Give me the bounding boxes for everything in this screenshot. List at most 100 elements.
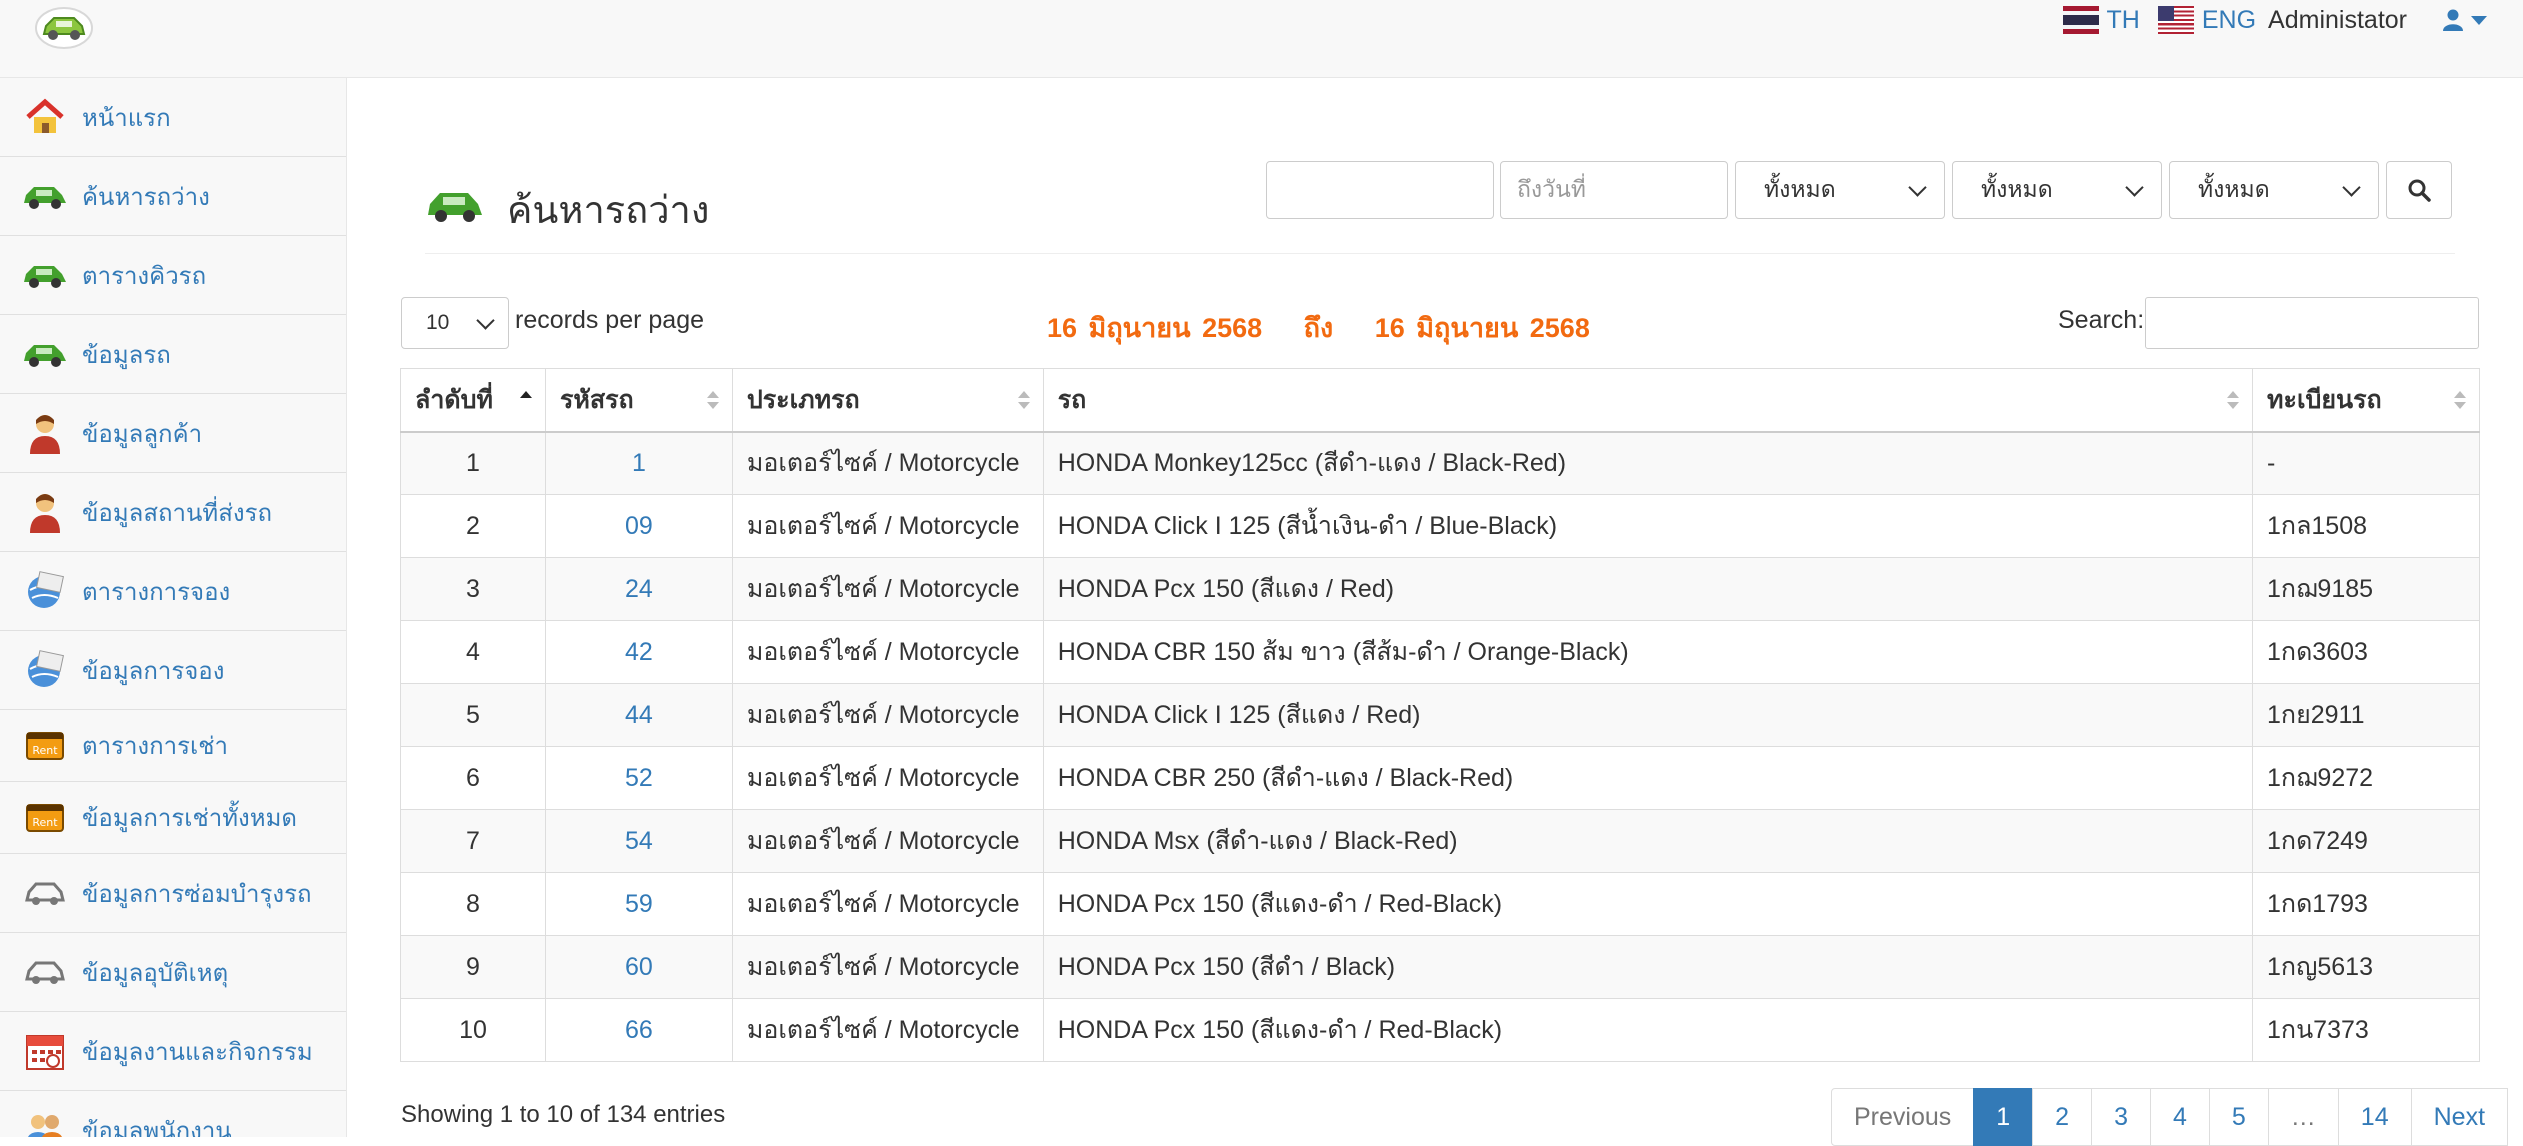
sidebar-item-all-rentals[interactable]: Rent ข้อมูลการเช่าทั้งหมด [0, 782, 346, 854]
car-code-link[interactable]: 1 [544, 431, 733, 495]
table-header-row: ลำดับที่ รหัสรถ ประเภทรถ รถ ทะเบียนรถ [400, 368, 2480, 433]
car-name: HONDA Click I 125 (สีน้ำเงิน-ดำ / Blue-B… [1042, 494, 2254, 558]
sidebar-item-booking-info[interactable]: ข้อมูลการจอง [0, 631, 346, 710]
lang-th-link[interactable]: TH [2062, 6, 2140, 35]
filter-select-2-value: ทั้งหมด [1981, 176, 2053, 202]
sidebar-item-home[interactable]: หน้าแรก [0, 78, 346, 157]
sidebar-item-label: ข้อมูลลูกค้า [82, 420, 203, 448]
person-icon [22, 412, 68, 454]
car-code-link[interactable]: 59 [544, 872, 733, 936]
table-row: 9 60 มอเตอร์ไซค์ / Motorcycle HONDA Pcx … [400, 935, 2480, 999]
car-icon [22, 254, 68, 296]
car-code-link[interactable]: 24 [544, 557, 733, 621]
car-type: มอเตอร์ไซค์ / Motorcycle [731, 746, 1044, 810]
sidebar-item-label: ข้อมูลการซ่อมบำรุงรถ [82, 880, 312, 908]
to-date-input[interactable]: ถึงวันที่ [1500, 161, 1728, 219]
sidebar-item-car-queue[interactable]: ตารางคิวรถ [0, 236, 346, 315]
pagination-next[interactable]: Next [2410, 1088, 2509, 1146]
lang-eng-link[interactable]: ENG [2157, 5, 2257, 35]
row-number: 4 [400, 620, 546, 684]
search-button[interactable] [2386, 161, 2452, 219]
pagination-page-5[interactable]: 5 [2208, 1088, 2269, 1146]
pagination-page-1[interactable]: 1 [1973, 1088, 2034, 1146]
globe-icon [22, 570, 68, 612]
filter-select-3[interactable]: ทั้งหมด [2169, 161, 2379, 219]
brand-car-logo-icon[interactable] [32, 4, 96, 50]
car-code-link[interactable]: 66 [544, 998, 733, 1062]
table-row: 10 66 มอเตอร์ไซค์ / Motorcycle HONDA Pcx… [400, 998, 2480, 1062]
pagination-ellipsis: … [2267, 1088, 2339, 1146]
car-code-link[interactable]: 42 [544, 620, 733, 684]
car-name: HONDA CBR 150 ส้ม ขาว (สีส้ม-ดำ / Orange… [1042, 620, 2254, 684]
lang-eng-label: ENG [2201, 5, 2257, 34]
sidebar-item-accident[interactable]: ข้อมูลอุบัติเหตุ [0, 933, 346, 1012]
sidebar-item-staff[interactable]: ข้อมูลพนักงาน [0, 1091, 346, 1137]
car-code-link[interactable]: 44 [544, 683, 733, 747]
row-number: 8 [400, 872, 546, 936]
sidebar-item-label: หน้าแรก [82, 104, 171, 132]
pagination-page-3[interactable]: 3 [2091, 1088, 2151, 1146]
sidebar-item-customer-info[interactable]: ข้อมูลลูกค้า [0, 394, 346, 473]
table-row: 1 1 มอเตอร์ไซค์ / Motorcycle HONDA Monke… [400, 431, 2480, 495]
sidebar-item-car-info[interactable]: ข้อมูลรถ [0, 315, 346, 394]
table-row: 2 09 มอเตอร์ไซค์ / Motorcycle HONDA Clic… [400, 494, 2480, 558]
sidebar-item-label: ข้อมูลงานและกิจกรรม [82, 1038, 313, 1066]
page-length-value: 10 [426, 311, 450, 334]
rent-icon: Rent [22, 797, 68, 839]
user-menu-toggle[interactable] [2443, 9, 2487, 31]
license-plate: 1กน7373 [2252, 998, 2480, 1062]
column-header-car-code[interactable]: รหัสรถ [544, 368, 733, 433]
column-header-order[interactable]: ลำดับที่ [400, 368, 546, 433]
car-code-link[interactable]: 52 [544, 746, 733, 810]
top-navbar: TH ENG Administator [0, 0, 2523, 78]
page-length-select[interactable]: 10 [401, 297, 509, 349]
row-number: 10 [400, 998, 546, 1062]
row-number: 6 [400, 746, 546, 810]
car-type: มอเตอร์ไซค์ / Motorcycle [731, 998, 1044, 1062]
cars-table: ลำดับที่ รหัสรถ ประเภทรถ รถ ทะเบียนรถ 1 … [400, 368, 2480, 1062]
license-plate: 1กด7249 [2252, 809, 2480, 873]
pagination-previous[interactable]: Previous [1831, 1088, 1975, 1146]
table-search-input[interactable] [2145, 297, 2479, 349]
sidebar-item-maintenance[interactable]: ข้อมูลการซ่อมบำรุงรถ [0, 854, 346, 933]
filter-select-3-value: ทั้งหมด [2198, 176, 2270, 202]
car-code-link[interactable]: 54 [544, 809, 733, 873]
sidebar-item-rental-table[interactable]: Rent ตารางการเช่า [0, 710, 346, 782]
sort-icon [2227, 390, 2240, 409]
column-header-car[interactable]: รถ [1042, 368, 2254, 433]
chevron-down-icon [2471, 15, 2487, 25]
car-code-link[interactable]: 09 [544, 494, 733, 558]
car-name: HONDA Pcx 150 (สีแดง-ดำ / Red-Black) [1042, 872, 2254, 936]
license-plate: 1กย2911 [2252, 683, 2480, 747]
page-length-label: records per page [515, 306, 705, 334]
row-number: 1 [400, 431, 546, 495]
table-row: 7 54 มอเตอร์ไซค์ / Motorcycle HONDA Msx … [400, 809, 2480, 873]
filter-select-1[interactable]: ทั้งหมด [1735, 161, 1945, 219]
sidebar-item-events[interactable]: ข้อมูลงานและกิจกรรม [0, 1012, 346, 1091]
date-separator: ถึง [1303, 313, 1334, 343]
page-title: ค้นหารถว่าง [507, 190, 710, 232]
chevron-down-icon [2125, 177, 2144, 197]
table-row: 6 52 มอเตอร์ไซค์ / Motorcycle HONDA CBR … [400, 746, 2480, 810]
column-header-plate[interactable]: ทะเบียนรถ [2252, 368, 2480, 433]
filter-select-2[interactable]: ทั้งหมด [1952, 161, 2162, 219]
pagination-page-14[interactable]: 14 [2337, 1088, 2412, 1146]
pagination: Previous 1 2 3 4 5 … 14 Next [1831, 1088, 2509, 1146]
car-type: มอเตอร์ไซค์ / Motorcycle [731, 809, 1044, 873]
table-row: 3 24 มอเตอร์ไซค์ / Motorcycle HONDA Pcx … [400, 557, 2480, 621]
car-type: มอเตอร์ไซค์ / Motorcycle [731, 872, 1044, 936]
sidebar-item-delivery-location[interactable]: ข้อมูลสถานที่ส่งรถ [0, 473, 346, 552]
svg-text:Rent: Rent [32, 816, 58, 829]
person-icon [22, 491, 68, 533]
home-icon [22, 96, 68, 138]
car-name: HONDA Pcx 150 (สีแดง-ดำ / Red-Black) [1042, 998, 2254, 1062]
car-code-link[interactable]: 60 [544, 935, 733, 999]
license-plate: 1กฌ9272 [2252, 746, 2480, 810]
column-header-car-type[interactable]: ประเภทรถ [731, 368, 1044, 433]
from-date-input[interactable] [1266, 161, 1494, 219]
pagination-page-2[interactable]: 2 [2032, 1088, 2093, 1146]
sidebar-item-search-available-car[interactable]: ค้นหารถว่าง [0, 157, 346, 236]
license-plate: - [2252, 431, 2480, 495]
sidebar-item-booking-table[interactable]: ตารางการจอง [0, 552, 346, 631]
pagination-page-4[interactable]: 4 [2149, 1088, 2210, 1146]
